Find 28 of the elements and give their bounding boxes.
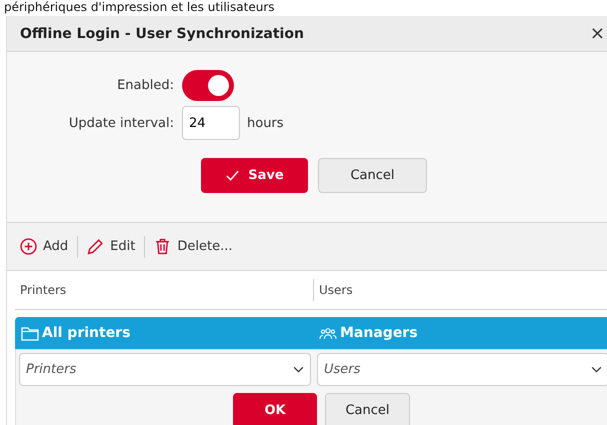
close-button[interactable]: × — [590, 23, 605, 44]
column-header: Printers — [19, 283, 68, 297]
enabled-toggle[interactable] — [182, 70, 234, 100]
trash-icon — [154, 238, 172, 255]
plus-circle-icon — [20, 238, 37, 255]
window-title: Offline Login - User Synchronization — [20, 26, 305, 42]
unit-label: hours — [247, 116, 284, 130]
pencil-icon — [87, 238, 104, 255]
dropdown-field[interactable]: Printers — [19, 353, 311, 386]
cancel-button[interactable]: Cancel — [325, 393, 410, 425]
column-header: Users — [313, 279, 607, 301]
field-label: Enabled: — [116, 78, 175, 92]
table-cell: All printers — [42, 325, 130, 341]
edit-button[interactable]: Edit — [84, 236, 138, 257]
field-label: Update interval: — [68, 116, 175, 130]
folder-icon — [21, 324, 39, 342]
add-button[interactable]: Add — [17, 236, 72, 257]
chevron-down-icon — [591, 366, 602, 373]
dropdown-field[interactable]: Users — [317, 353, 607, 386]
ok-button[interactable]: OK — [233, 393, 317, 425]
save-button[interactable]: Save — [201, 158, 308, 193]
page-text: périphériques d'impression et les utilisateurs — [3, 0, 276, 15]
cancel-button[interactable]: Cancel — [318, 158, 427, 193]
check-icon — [225, 168, 240, 183]
table-cell: Managers — [340, 325, 418, 341]
chevron-down-icon — [293, 366, 304, 373]
delete-button[interactable]: Delete... — [151, 236, 236, 257]
interval-field[interactable]: 24 — [182, 106, 240, 140]
